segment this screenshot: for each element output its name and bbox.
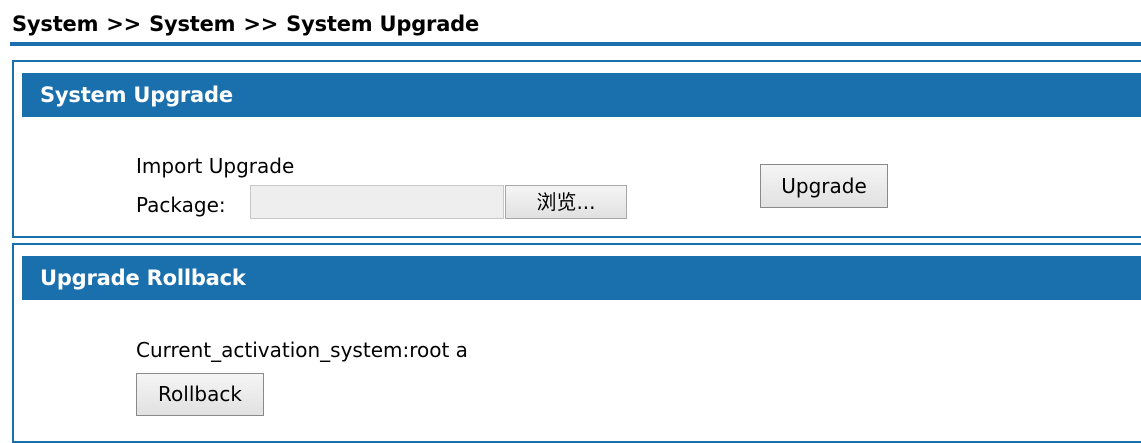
breadcrumb-separator: >> (106, 12, 142, 36)
breadcrumb-item[interactable]: System (149, 12, 235, 36)
breadcrumb-item[interactable]: System (12, 12, 98, 36)
rollback-button[interactable]: Rollback (136, 373, 264, 416)
panel-header: System Upgrade (22, 73, 1141, 117)
breadcrumb: System >> System >> System Upgrade (12, 12, 479, 36)
title-divider (10, 42, 1141, 46)
system-upgrade-panel: System Upgrade Import Upgrade Package: 浏… (12, 60, 1141, 238)
upgrade-button[interactable]: Upgrade (760, 164, 888, 208)
upgrade-package-file-input[interactable] (250, 185, 504, 219)
breadcrumb-separator: >> (243, 12, 279, 36)
panel-header: Upgrade Rollback (22, 256, 1141, 300)
breadcrumb-current: System Upgrade (286, 12, 480, 36)
upgrade-rollback-panel: Upgrade Rollback Current_activation_syst… (12, 243, 1141, 443)
import-package-label-line1: Import Upgrade (136, 154, 295, 178)
current-activation-system-text: Current_activation_system:root a (136, 338, 468, 362)
import-package-label-line2: Package: (136, 193, 226, 217)
browse-button[interactable]: 浏览... (505, 185, 627, 219)
